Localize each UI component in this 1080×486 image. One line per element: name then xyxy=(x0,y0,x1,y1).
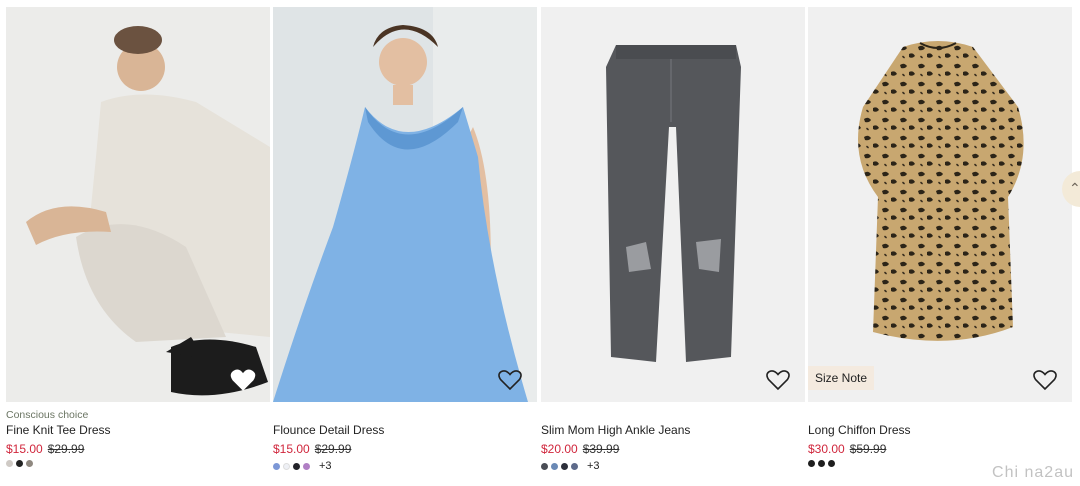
heart-outline-icon xyxy=(1033,370,1057,391)
conscious-choice-tag: Conscious choice xyxy=(6,409,89,421)
size-note-badge: Size Note xyxy=(808,366,875,390)
model-knit-dress-image xyxy=(6,7,270,402)
product-image[interactable]: Size Note xyxy=(808,7,1072,402)
color-swatch[interactable] xyxy=(16,460,23,467)
original-price: $29.99 xyxy=(47,442,85,456)
sale-price: $30.00 xyxy=(808,442,845,456)
color-swatch[interactable] xyxy=(283,462,290,470)
model-blue-dress-image xyxy=(273,7,537,402)
original-price: $29.99 xyxy=(314,442,352,456)
color-swatch[interactable] xyxy=(26,460,33,467)
product-image[interactable] xyxy=(273,7,537,402)
product-card[interactable]: Conscious choice Fine Knit Tee Dress $15… xyxy=(6,0,270,467)
original-price: $39.99 xyxy=(582,442,620,456)
color-swatch[interactable] xyxy=(571,462,578,470)
product-prices: $30.00 $59.99 xyxy=(808,442,886,456)
color-swatch[interactable] xyxy=(273,462,280,470)
color-swatch[interactable] xyxy=(561,462,568,470)
product-prices: $15.00 $29.99 xyxy=(273,442,351,456)
heart-filled-icon xyxy=(230,369,256,391)
product-image[interactable] xyxy=(6,7,270,402)
color-swatch[interactable] xyxy=(6,460,13,467)
product-card[interactable]: Slim Mom High Ankle Jeans $20.00 $39.99 +… xyxy=(541,0,805,472)
color-swatch[interactable] xyxy=(541,462,548,470)
color-swatch[interactable] xyxy=(818,460,825,467)
product-prices: $20.00 $39.99 xyxy=(541,442,619,456)
color-swatches: +3 xyxy=(541,460,600,472)
sale-price: $15.00 xyxy=(273,442,310,456)
product-image[interactable] xyxy=(541,7,805,402)
watermark: Chi na2au xyxy=(992,464,1074,481)
color-swatches: +3 xyxy=(273,460,332,472)
color-swatch[interactable] xyxy=(551,462,558,470)
heart-outline-icon xyxy=(498,370,522,391)
color-swatch[interactable] xyxy=(303,462,310,470)
sale-price: $20.00 xyxy=(541,442,578,456)
more-colors-count[interactable]: +3 xyxy=(587,460,600,472)
sale-price: $15.00 xyxy=(6,442,43,456)
color-swatches xyxy=(6,460,33,467)
product-card[interactable]: Flounce Detail Dress $15.00 $29.99 +3 xyxy=(273,0,537,472)
product-grid: Conscious choice Fine Knit Tee Dress $15… xyxy=(0,0,1080,486)
color-swatch[interactable] xyxy=(828,460,835,467)
color-swatch[interactable] xyxy=(293,462,300,470)
color-swatch[interactable] xyxy=(808,460,815,467)
heart-outline-icon xyxy=(766,370,790,391)
favorite-button[interactable] xyxy=(1032,368,1058,392)
favorite-button[interactable] xyxy=(497,368,523,392)
more-colors-count[interactable]: +3 xyxy=(319,460,332,472)
chevron-up-icon: ⌃ xyxy=(1069,180,1080,196)
color-swatches xyxy=(808,460,835,467)
grey-jeans-image xyxy=(541,7,805,402)
favorite-button[interactable] xyxy=(230,368,256,392)
product-name[interactable]: Fine Knit Tee Dress xyxy=(6,423,111,437)
product-name[interactable]: Slim Mom High Ankle Jeans xyxy=(541,423,690,437)
chiffon-dress-image xyxy=(808,7,1072,402)
favorite-button[interactable] xyxy=(765,368,791,392)
product-prices: $15.00 $29.99 xyxy=(6,442,84,456)
original-price: $59.99 xyxy=(849,442,887,456)
product-card[interactable]: Size Note Long Chiffon Dress $30.00 $59.9… xyxy=(808,0,1072,467)
product-name[interactable]: Flounce Detail Dress xyxy=(273,423,384,437)
product-name[interactable]: Long Chiffon Dress xyxy=(808,423,911,437)
